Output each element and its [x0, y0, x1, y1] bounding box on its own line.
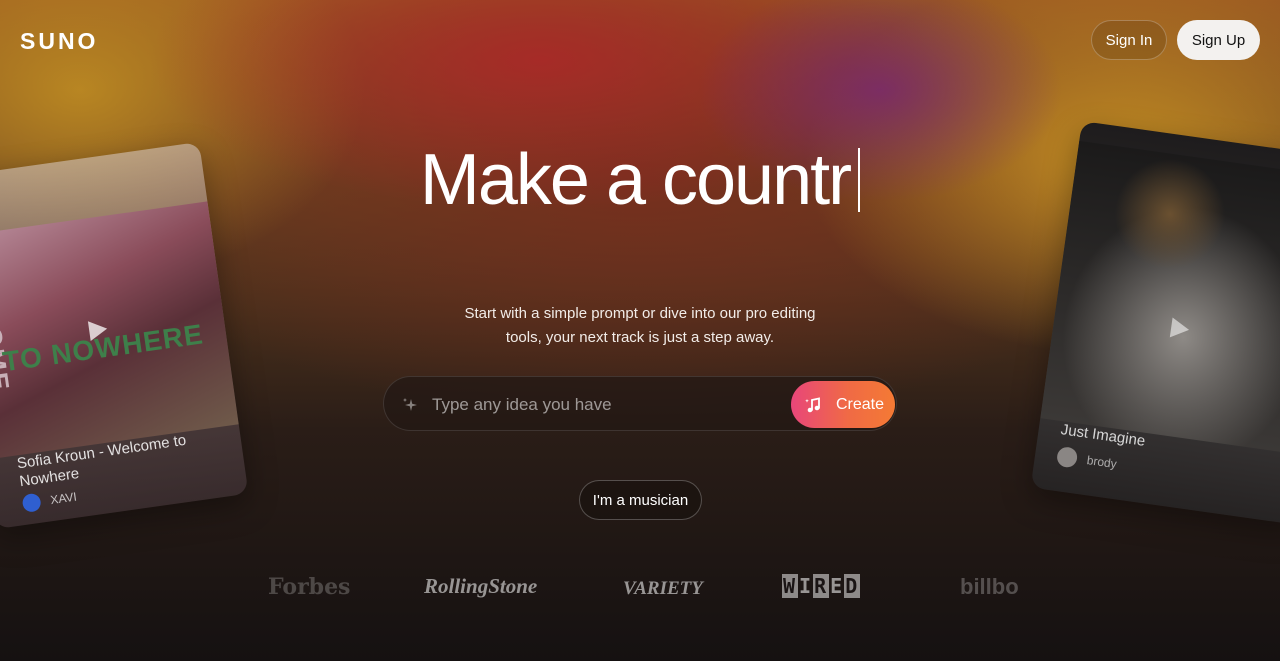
music-note-icon: [805, 396, 820, 412]
avatar: [21, 492, 42, 513]
typing-caret: [858, 148, 861, 212]
subtitle-line-1: Start with a simple prompt or dive into …: [464, 305, 816, 322]
suno-logo[interactable]: SUNO: [20, 28, 98, 55]
subtitle-line-2: tools, your next track is just a step aw…: [505, 329, 775, 346]
artist-row: XAVI: [21, 488, 78, 513]
forbes-logo: Forbes: [268, 574, 351, 600]
artist-name: XAVI: [49, 489, 78, 508]
artist-name: brody: [1085, 453, 1118, 472]
create-button[interactable]: Create: [791, 381, 895, 428]
rolling-stone-logo: RollingStone: [424, 574, 538, 598]
play-icon[interactable]: [86, 316, 111, 343]
sign-in-button[interactable]: Sign In: [1091, 20, 1167, 60]
hero-headline: Make a countr: [0, 138, 1280, 222]
sign-up-button[interactable]: Sign Up: [1177, 20, 1260, 60]
headline-text: Make a countr: [419, 140, 852, 220]
prompt-input[interactable]: [430, 387, 774, 423]
prompt-bar: Create: [383, 376, 897, 431]
variety-logo: VARIETY: [623, 578, 703, 599]
billboard-logo: billbo: [960, 574, 1018, 599]
wired-logo: W IR ED: [782, 574, 861, 598]
avatar: [1055, 445, 1079, 469]
create-button-label: Create: [836, 395, 885, 413]
play-icon[interactable]: [1168, 315, 1193, 342]
sparkle-icon: [403, 398, 417, 411]
artist-row: brody: [1055, 445, 1118, 474]
im-a-musician-button[interactable]: I'm a musician: [579, 480, 702, 520]
press-logos-strip: Forbes RollingStone VARIETY W IR ED billbo: [0, 574, 1280, 604]
hero-subtitle: Start with a simple prompt or dive into …: [440, 302, 840, 350]
